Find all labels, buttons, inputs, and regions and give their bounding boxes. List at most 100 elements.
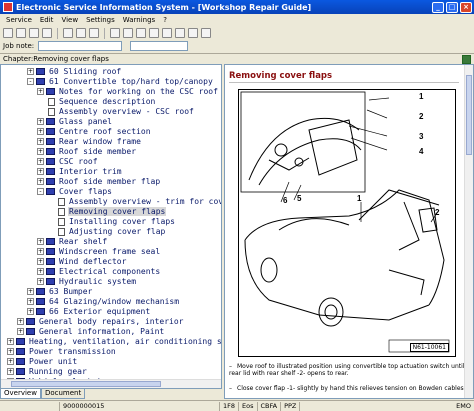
stop-icon[interactable] bbox=[89, 28, 99, 38]
tree-item[interactable]: + Interior trim bbox=[37, 167, 123, 177]
menu-edit[interactable]: Edit bbox=[36, 16, 58, 24]
book-icon bbox=[46, 188, 55, 195]
tree-item[interactable]: + Windscreen frame seal bbox=[37, 247, 161, 257]
tree-item[interactable]: Assembly overview - trim for cov bbox=[47, 197, 221, 207]
expand-icon[interactable]: + bbox=[27, 68, 34, 75]
tree-item[interactable]: + Rear window frame bbox=[37, 137, 142, 147]
menu-view[interactable]: View bbox=[57, 16, 82, 24]
menu-settings[interactable]: Settings bbox=[82, 16, 119, 24]
tree-item-label: Notes for working on the CSC roof bbox=[59, 87, 218, 96]
expand-icon[interactable]: + bbox=[37, 148, 44, 155]
tree-item[interactable]: + CSC roof bbox=[37, 157, 99, 167]
expand-icon[interactable]: + bbox=[17, 318, 24, 325]
tree-item-label: Sequence description bbox=[59, 97, 156, 106]
expand-icon[interactable]: + bbox=[37, 118, 44, 125]
tree-item[interactable]: + Roof side member bbox=[37, 147, 137, 157]
document-icon[interactable] bbox=[136, 28, 146, 38]
job-note-field[interactable] bbox=[38, 41, 123, 51]
tree-item[interactable]: - Cover flaps bbox=[37, 187, 113, 197]
car-icon[interactable] bbox=[149, 28, 159, 38]
tree-item-label: 63 Bumper bbox=[49, 287, 93, 296]
tree-item-label: Power unit bbox=[29, 357, 78, 366]
scroll-thumb[interactable] bbox=[11, 381, 161, 387]
open-icon[interactable] bbox=[16, 28, 26, 38]
tree-item[interactable]: - 61 Convertible top/hard top/canopy bbox=[27, 77, 214, 87]
expand-icon[interactable]: + bbox=[7, 348, 14, 355]
tree-item[interactable]: Removing cover flaps bbox=[47, 207, 167, 217]
save-icon[interactable] bbox=[29, 28, 39, 38]
tree-item[interactable]: +60 Sliding roof bbox=[27, 67, 122, 77]
expand-icon[interactable]: + bbox=[37, 168, 44, 175]
tree-item[interactable]: + Rear shelf bbox=[37, 237, 108, 247]
expand-icon[interactable]: + bbox=[37, 238, 44, 245]
print-icon[interactable] bbox=[42, 28, 52, 38]
tree-item[interactable]: + General body repairs, interior bbox=[17, 317, 185, 327]
tree-item[interactable]: + Power transmission bbox=[7, 347, 117, 357]
collapse-icon[interactable]: - bbox=[37, 188, 44, 195]
expand-icon[interactable]: + bbox=[7, 358, 14, 365]
tree-item[interactable]: +66 Exterior equipment bbox=[27, 307, 151, 317]
tree-item[interactable]: +63 Bumper bbox=[27, 287, 93, 297]
expand-icon[interactable]: + bbox=[37, 248, 44, 255]
tab-document[interactable]: Document bbox=[40, 389, 86, 399]
tree-item[interactable]: + Heating, ventilation, air conditioning … bbox=[7, 337, 221, 347]
tree-item[interactable]: + Wind deflector bbox=[37, 257, 127, 267]
tree-item[interactable]: + Notes for working on the CSC roof bbox=[37, 87, 219, 97]
tree-item[interactable]: + Electrical components bbox=[37, 267, 161, 277]
book-icon bbox=[46, 118, 55, 125]
scroll-thumb[interactable] bbox=[466, 75, 472, 155]
expand-icon[interactable]: + bbox=[7, 368, 14, 375]
document-icon bbox=[58, 217, 65, 226]
tree-item[interactable]: +64 Glazing/window mechanism bbox=[27, 297, 180, 307]
search-field[interactable] bbox=[130, 41, 189, 51]
expand-icon[interactable]: + bbox=[37, 258, 44, 265]
expand-icon[interactable]: + bbox=[37, 158, 44, 165]
collapse-icon[interactable]: - bbox=[27, 78, 34, 85]
tab-overview[interactable]: Overview bbox=[0, 389, 41, 399]
expand-icon[interactable]: + bbox=[37, 88, 44, 95]
help-icon[interactable] bbox=[201, 28, 211, 38]
close-button[interactable]: × bbox=[460, 1, 472, 13]
tree-item[interactable]: + Centre roof section bbox=[37, 127, 152, 137]
tree-item[interactable]: Assembly overview - CSC roof bbox=[37, 107, 195, 117]
info-icon[interactable] bbox=[175, 28, 185, 38]
menu-warnings[interactable]: Warnings bbox=[119, 16, 159, 24]
book-icon[interactable] bbox=[123, 28, 133, 38]
expand-icon[interactable]: + bbox=[37, 268, 44, 275]
expand-icon[interactable]: + bbox=[7, 338, 14, 345]
tree-item-label: Power transmission bbox=[29, 347, 116, 356]
tree-item[interactable]: Adjusting cover flap bbox=[47, 227, 166, 237]
expand-icon[interactable]: + bbox=[37, 128, 44, 135]
book-icon bbox=[46, 88, 55, 95]
forward-icon[interactable] bbox=[76, 28, 86, 38]
back-icon[interactable] bbox=[63, 28, 73, 38]
tree-item[interactable]: + Running gear bbox=[7, 367, 88, 377]
tree-item[interactable]: Sequence description bbox=[37, 97, 156, 107]
expand-icon[interactable]: + bbox=[17, 328, 24, 335]
expand-icon[interactable]: + bbox=[27, 308, 34, 315]
tree-item[interactable]: + Power unit bbox=[7, 357, 78, 367]
expand-icon[interactable]: + bbox=[37, 278, 44, 285]
tree-item[interactable]: + Glass panel bbox=[37, 117, 113, 127]
maximize-button[interactable]: □ bbox=[446, 1, 458, 13]
expand-icon[interactable]: + bbox=[37, 138, 44, 145]
minimize-button[interactable]: _ bbox=[432, 1, 444, 13]
expand-icon[interactable]: + bbox=[27, 288, 34, 295]
home-icon[interactable] bbox=[462, 54, 471, 64]
menu-help[interactable]: ? bbox=[159, 16, 171, 24]
breadcrumb-row: Chapter:Removing cover flaps bbox=[0, 53, 474, 64]
tree-item[interactable]: + Roof side member flap bbox=[37, 177, 161, 187]
document-vertical-scrollbar[interactable] bbox=[464, 65, 473, 398]
instruction-text: Close cover flap -1- slightly by hand th… bbox=[237, 385, 464, 392]
tree-horizontal-scrollbar[interactable] bbox=[1, 379, 221, 388]
tree-item[interactable]: Installing cover flaps bbox=[47, 217, 176, 227]
flag-icon[interactable] bbox=[188, 28, 198, 38]
tools-icon[interactable] bbox=[162, 28, 172, 38]
search-icon[interactable] bbox=[110, 28, 120, 38]
expand-icon[interactable]: + bbox=[27, 298, 34, 305]
tree-item[interactable]: + General information, Paint bbox=[17, 327, 165, 337]
tree-item[interactable]: + Hydraulic system bbox=[37, 277, 137, 287]
menu-service[interactable]: Service bbox=[2, 16, 36, 24]
expand-icon[interactable]: + bbox=[37, 178, 44, 185]
new-icon[interactable] bbox=[3, 28, 13, 38]
